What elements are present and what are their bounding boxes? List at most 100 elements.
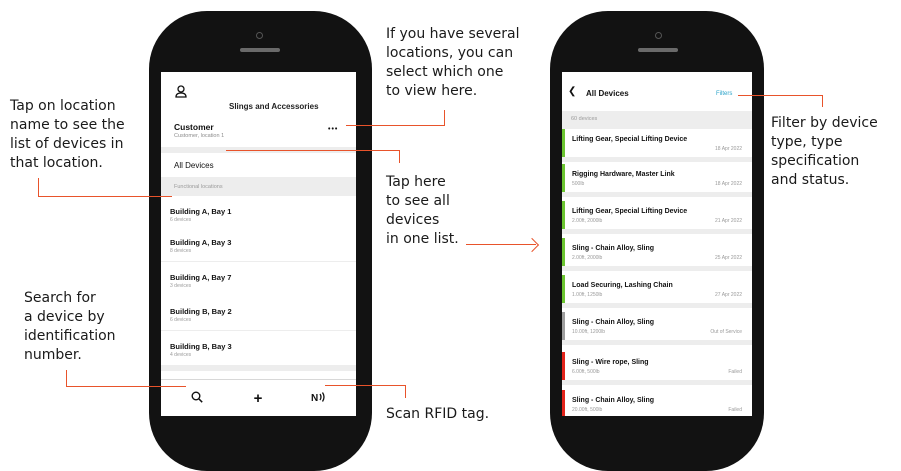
location-item[interactable]: Building B, Bay 3 4 devices xyxy=(161,331,356,371)
note-line: Tap on location xyxy=(10,98,116,114)
location-name: Building B, Bay 3 xyxy=(170,342,232,351)
device-count: 60 devices xyxy=(571,116,598,122)
location-name: Building A, Bay 1 xyxy=(170,207,232,216)
note-line: type, type xyxy=(771,134,843,150)
note-line: Filter by device xyxy=(771,115,878,131)
status-indicator xyxy=(562,312,565,340)
device-item[interactable]: Lifting Gear, Special Lifting Device 18 A… xyxy=(562,129,752,162)
leader-line xyxy=(822,95,823,107)
note-line: devices xyxy=(386,212,440,228)
note-line: number. xyxy=(24,347,82,363)
device-item[interactable]: Lifting Gear, Special Lifting Device 2.00… xyxy=(562,201,752,234)
device-name: Sling - Wire rope, Sling xyxy=(572,359,649,366)
note-line: specification xyxy=(771,153,860,169)
status-indicator xyxy=(562,129,565,157)
note-line: identification xyxy=(24,328,116,344)
device-status: 25 Apr 2022 xyxy=(715,255,742,261)
status-indicator xyxy=(562,275,565,303)
all-devices-screen: ❮ All Devices Filters 60 devices Lifting… xyxy=(562,72,752,416)
more-options-button[interactable]: ••• xyxy=(328,126,338,133)
device-spec: 1.00ft, 1250lb xyxy=(572,292,603,298)
status-indicator xyxy=(562,352,565,380)
device-item[interactable]: Sling - Wire rope, Sling 6.00ft, 500lb Fai… xyxy=(562,352,752,385)
device-name: Rigging Hardware, Master Link xyxy=(572,171,675,178)
note-line: to see all xyxy=(386,193,450,209)
customer-location[interactable]: Customer, location 1 xyxy=(174,133,224,139)
status-indicator xyxy=(562,390,565,416)
device-name: Sling - Chain Alloy, Sling xyxy=(572,245,655,252)
status-indicator xyxy=(562,201,565,229)
note-line: and status. xyxy=(771,172,850,188)
leader-line xyxy=(346,125,445,126)
section-label: Functional locations xyxy=(174,184,223,190)
speaker xyxy=(638,48,678,52)
camera xyxy=(655,32,662,39)
device-spec: 500lb xyxy=(572,181,585,187)
device-name: Sling - Chain Alloy, Sling xyxy=(572,319,655,326)
device-name: Sling - Chain Alloy, Sling xyxy=(572,397,655,404)
leader-line xyxy=(38,196,172,197)
search-icon xyxy=(191,390,203,408)
device-name: Load Securing, Lashing Chain xyxy=(572,282,673,289)
device-spec: 10.00ft, 1200lb xyxy=(572,329,606,335)
camera xyxy=(256,32,263,39)
arrow-head-icon xyxy=(524,237,540,252)
all-devices-link[interactable]: All Devices xyxy=(174,161,214,170)
location-item[interactable]: Building A, Bay 3 8 devices xyxy=(161,227,356,267)
note-line: Tap here xyxy=(386,174,446,190)
location-count: 3 devices xyxy=(170,283,192,289)
location-count: 6 devices xyxy=(170,317,192,323)
note-tap-location: Tap on location name to see the list of … xyxy=(10,97,125,173)
device-status: 18 Apr 2022 xyxy=(715,181,742,187)
device-spec: 2.00ft, 2000lb xyxy=(572,255,603,261)
device-name: Lifting Gear, Special Lifting Device xyxy=(572,136,688,143)
device-item[interactable]: Sling - Chain Alloy, Sling 20.00ft, 500lb… xyxy=(562,390,752,416)
note-line: Search for xyxy=(24,290,96,306)
leader-line xyxy=(399,150,400,163)
page-title: All Devices xyxy=(586,89,629,98)
status-indicator xyxy=(562,164,565,192)
note-line: to view here. xyxy=(386,83,478,99)
customer-name[interactable]: Customer xyxy=(174,122,214,132)
device-status: Out of Service xyxy=(710,329,742,335)
filters-button[interactable]: Filters xyxy=(716,91,732,97)
leader-line xyxy=(405,385,406,398)
device-status: Failed xyxy=(728,369,742,375)
location-count: 4 devices xyxy=(170,352,192,358)
speaker xyxy=(240,48,280,52)
app-title: Slings and Accessories xyxy=(229,102,319,111)
note-line: name to see the xyxy=(10,117,125,133)
note-search: Search for a device by identification nu… xyxy=(24,289,116,365)
user-icon[interactable] xyxy=(175,85,187,98)
leader-line xyxy=(325,385,406,386)
device-spec: 20.00ft, 500lb xyxy=(572,407,603,413)
note-tap-here: Tap here to see all devices in one list. xyxy=(386,173,459,249)
note-filter: Filter by device type, type specificatio… xyxy=(771,114,878,190)
status-indicator xyxy=(562,238,565,266)
leader-line xyxy=(444,110,445,125)
note-line: list of devices in xyxy=(10,136,124,152)
device-status: Failed xyxy=(728,407,742,413)
leader-line xyxy=(66,370,67,386)
plus-icon: + xyxy=(253,390,263,407)
location-name: Building A, Bay 7 xyxy=(170,273,232,282)
note-several-locations: If you have several locations, you can s… xyxy=(386,25,520,101)
note-line: in one list. xyxy=(386,231,459,247)
device-item[interactable]: Sling - Chain Alloy, Sling 2.00ft, 2000lb… xyxy=(562,238,752,271)
add-button[interactable]: + xyxy=(228,380,288,416)
back-button[interactable]: ❮ xyxy=(568,86,576,97)
device-spec: 6.00ft, 500lb xyxy=(572,369,600,375)
location-name: Building A, Bay 3 xyxy=(170,238,232,247)
device-item[interactable]: Sling - Chain Alloy, Sling 10.00ft, 1200l… xyxy=(562,312,752,345)
note-line: If you have several xyxy=(386,26,520,42)
device-status: 27 Apr 2022 xyxy=(715,292,742,298)
location-item[interactable]: Building B, Bay 2 6 devices xyxy=(161,296,356,336)
location-count: 6 devices xyxy=(170,217,192,223)
leader-line xyxy=(66,386,186,387)
device-item[interactable]: Rigging Hardware, Master Link 500lb 18 Apr… xyxy=(562,164,752,197)
device-item[interactable]: Load Securing, Lashing Chain 1.00ft, 1250… xyxy=(562,275,752,308)
note-line: a device by xyxy=(24,309,105,325)
device-status: 21 Apr 2022 xyxy=(715,218,742,224)
leader-line xyxy=(226,150,400,151)
device-name: Lifting Gear, Special Lifting Device xyxy=(572,208,688,215)
